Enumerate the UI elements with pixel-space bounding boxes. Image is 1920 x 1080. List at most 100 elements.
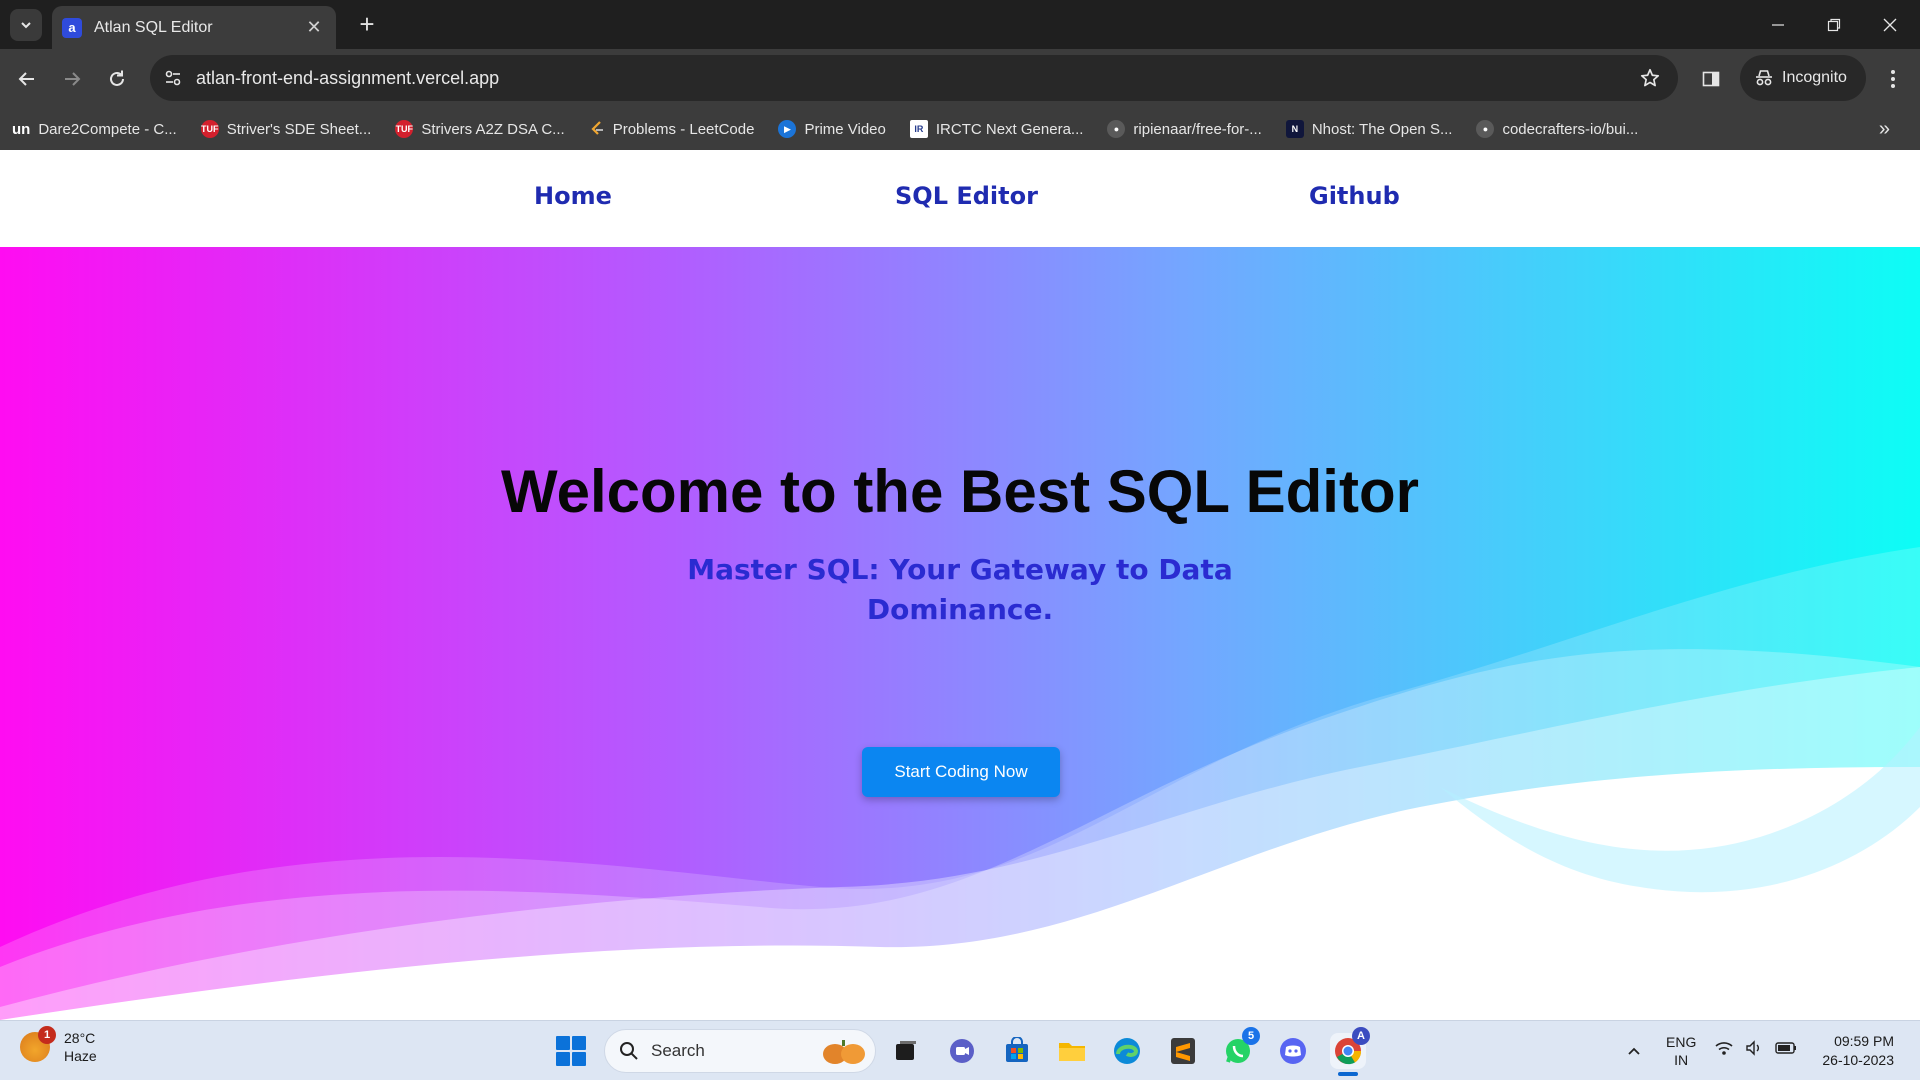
address-bar[interactable]: atlan-front-end-assignment.vercel.app [150, 55, 1678, 101]
minimize-icon [1772, 23, 1784, 26]
start-button[interactable] [556, 1036, 586, 1066]
site-info-button[interactable] [154, 59, 192, 97]
teams-chat-button[interactable] [944, 1033, 980, 1069]
browser-toolbar: atlan-front-end-assignment.vercel.app In… [0, 49, 1920, 108]
discord-button[interactable] [1275, 1033, 1311, 1069]
side-panel-icon [1702, 71, 1720, 87]
hero-subtitle: Master SQL: Your Gateway to Data Dominan… [687, 553, 1233, 626]
star-icon [1640, 68, 1660, 87]
tab-title: Atlan SQL Editor [94, 18, 213, 36]
reload-button[interactable] [100, 62, 134, 96]
unstop-icon: un [12, 120, 31, 138]
github-icon: ● [1107, 120, 1126, 138]
close-tab-icon[interactable]: ✕ [302, 17, 326, 38]
file-explorer-button[interactable] [1054, 1033, 1090, 1069]
discord-icon [1280, 1038, 1306, 1064]
system-clock[interactable]: 09:59 PM 26-10-2023 [1822, 1032, 1894, 1070]
microsoft-store-button[interactable] [999, 1033, 1035, 1069]
browser-tab-active[interactable]: a Atlan SQL Editor ✕ [52, 6, 336, 49]
forward-arrow-icon [65, 72, 81, 86]
github-icon: ● [1476, 120, 1495, 138]
close-window-button[interactable] [1862, 0, 1918, 49]
windows-logo-icon [572, 1052, 586, 1066]
tuf-icon: TUF [395, 120, 414, 138]
more-bookmarks-icon[interactable]: » [1879, 118, 1890, 141]
bookmark-codecrafters[interactable]: ● codecrafters-io/bui... [1476, 120, 1638, 138]
hero-section: Welcome to the Best SQL Editor Master SQ… [0, 247, 1920, 1020]
browser-menu-button[interactable] [1876, 62, 1910, 96]
whatsapp-button[interactable]: 5 [1220, 1027, 1260, 1069]
show-hidden-icons-button[interactable] [1622, 1039, 1646, 1063]
nhost-icon: N [1285, 120, 1304, 138]
url-text[interactable]: atlan-front-end-assignment.vercel.app [196, 68, 1630, 89]
pumpkin-icon [823, 1040, 865, 1064]
site-navbar: Home SQL Editor Github [0, 150, 1920, 247]
web-page: Home SQL Editor Github Welcome to the Be… [0, 150, 1920, 1020]
taskbar-search[interactable]: Search [604, 1029, 876, 1073]
side-panel-button[interactable] [1694, 62, 1728, 96]
nav-github-link[interactable]: Github [1309, 182, 1400, 210]
back-button[interactable] [10, 62, 44, 96]
incognito-label: Incognito [1782, 69, 1847, 86]
tab-search-button[interactable] [10, 9, 42, 41]
back-arrow-icon [18, 72, 34, 86]
more-vertical-icon [1891, 70, 1895, 88]
start-coding-button[interactable]: Start Coding Now [862, 747, 1060, 797]
lang-line-1: ENG [1666, 1034, 1697, 1050]
whatsapp-badge: 5 [1242, 1027, 1260, 1045]
edge-browser-button[interactable] [1109, 1033, 1145, 1069]
bookmark-label: Dare2Compete - C... [38, 120, 177, 138]
prime-video-icon: ▶ [778, 120, 797, 138]
clock-date: 26-10-2023 [1822, 1052, 1894, 1068]
windows-logo-icon [556, 1036, 570, 1050]
leetcode-icon [589, 120, 605, 138]
bookmark-star-button[interactable] [1630, 58, 1670, 98]
bookmark-label: Problems - LeetCode [612, 120, 755, 138]
chrome-profile-badge: A [1352, 1027, 1370, 1045]
clock-time: 09:59 PM [1834, 1033, 1894, 1049]
battery-icon [1775, 1042, 1796, 1054]
lang-line-2: IN [1674, 1052, 1689, 1068]
incognito-indicator[interactable]: Incognito [1740, 55, 1866, 101]
bookmark-nhost[interactable]: N Nhost: The Open S... [1285, 120, 1452, 138]
bookmark-free-for-dev[interactable]: ● ripienaar/free-for-... [1107, 120, 1262, 138]
bookmarks-bar: un Dare2Compete - C... TUF Striver's SDE… [0, 108, 1920, 150]
reload-icon [110, 70, 124, 86]
system-tray[interactable] [1714, 1039, 1798, 1057]
bookmark-prime-video[interactable]: ▶ Prime Video [778, 120, 886, 138]
bookmark-leetcode[interactable]: Problems - LeetCode [589, 120, 755, 138]
sublime-text-button[interactable] [1165, 1033, 1201, 1069]
bookmark-striver-sde[interactable]: TUF Striver's SDE Sheet... [200, 120, 371, 138]
input-language-indicator[interactable]: ENG IN [1666, 1033, 1696, 1069]
volume-icon [1746, 1040, 1759, 1056]
close-icon [1883, 18, 1897, 31]
tuf-icon: TUF [200, 120, 219, 138]
restore-window-button[interactable] [1806, 0, 1862, 49]
restore-icon [1827, 18, 1841, 31]
bookmark-irctc[interactable]: IR IRCTC Next Genera... [909, 120, 1084, 138]
new-tab-button[interactable]: + [352, 10, 382, 40]
chrome-button[interactable]: A [1330, 1027, 1370, 1069]
minimize-window-button[interactable] [1750, 0, 1806, 49]
browser-tab-strip: a Atlan SQL Editor ✕ + [0, 0, 1920, 49]
weather-widget[interactable]: 1 28°C Haze [20, 1026, 97, 1065]
active-app-indicator [1338, 1072, 1358, 1076]
nav-home-link[interactable]: Home [534, 182, 612, 210]
bookmark-dare2compete[interactable]: un Dare2Compete - C... [12, 121, 177, 138]
task-view-button[interactable] [888, 1033, 924, 1069]
windows-logo-icon [572, 1036, 586, 1050]
incognito-icon [1756, 70, 1772, 86]
store-icon [1006, 1037, 1028, 1062]
nav-sql-editor-link[interactable]: SQL Editor [895, 182, 1038, 210]
wave-decoration [0, 547, 1920, 1020]
weather-description: Haze [64, 1048, 97, 1064]
bookmark-label: IRCTC Next Genera... [935, 120, 1084, 138]
forward-button[interactable] [55, 62, 89, 96]
bookmark-label: Strivers A2Z DSA C... [421, 120, 565, 138]
sublime-icon [1171, 1038, 1195, 1064]
search-label: Search [651, 1041, 705, 1060]
edge-icon [1114, 1038, 1140, 1064]
bookmark-label: Prime Video [804, 120, 886, 138]
bookmark-striver-a2z[interactable]: TUF Strivers A2Z DSA C... [395, 120, 565, 138]
bookmark-label: codecrafters-io/bui... [1502, 120, 1639, 138]
